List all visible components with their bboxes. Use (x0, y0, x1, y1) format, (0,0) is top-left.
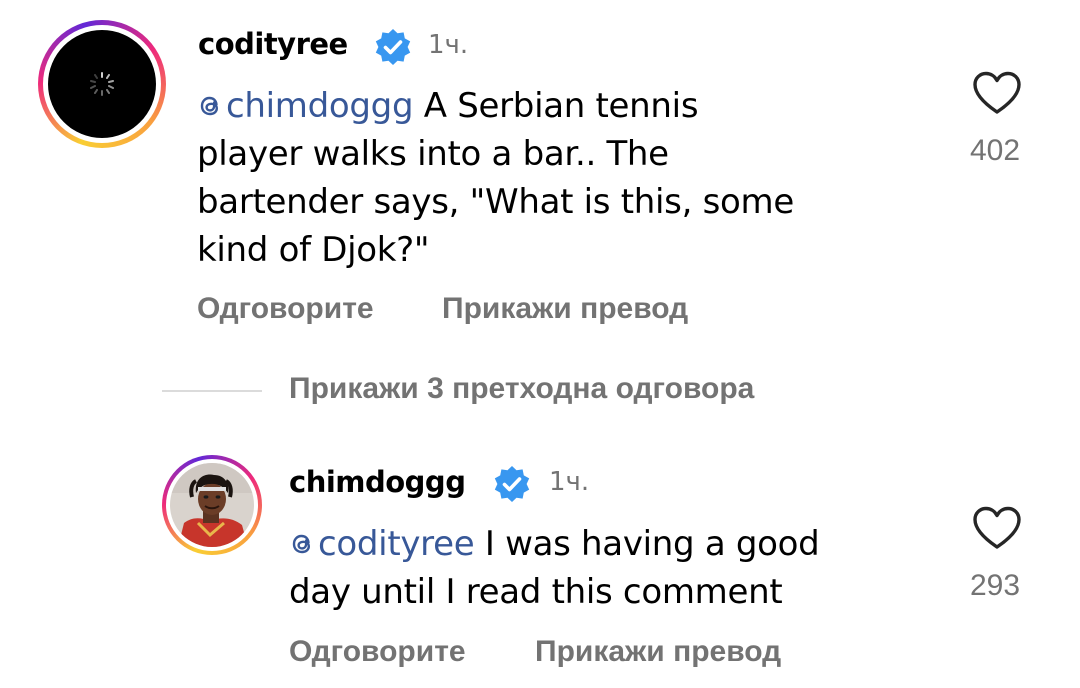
comment-line: A Serbian tennis (413, 86, 699, 126)
comment-timestamp: 1ч. (428, 30, 469, 60)
replies-divider (162, 390, 262, 392)
comment-username[interactable]: chimdoggg (289, 465, 466, 499)
loading-spinner-icon (90, 72, 114, 96)
avatar[interactable] (38, 20, 166, 148)
heart-icon[interactable] (971, 70, 1023, 116)
heart-icon[interactable] (971, 505, 1023, 551)
verified-badge-icon (375, 29, 411, 65)
see-translation-button[interactable]: Прикажи превод (442, 292, 688, 326)
user-photo (170, 463, 254, 547)
comment-text: codityree I was having a good day until … (289, 520, 929, 616)
view-previous-replies-button[interactable]: Прикажи 3 претходна одговора (289, 372, 754, 406)
mention-username: codityree (318, 524, 475, 564)
comment-timestamp: 1ч. (549, 467, 590, 497)
comment-line: kind of Djok?" (197, 230, 430, 270)
comment-line: I was having a good (474, 524, 820, 564)
verified-badge-icon (494, 466, 530, 502)
mention-link[interactable]: chimdoggg (197, 86, 414, 126)
comment-text: chimdoggg A Serbian tennis player walks … (197, 82, 917, 274)
avatar[interactable] (162, 455, 262, 555)
comment-line: day until I read this comment (289, 572, 783, 612)
threads-icon (292, 534, 311, 554)
mention-username: chimdoggg (226, 86, 414, 126)
comment-username[interactable]: codityree (198, 27, 348, 61)
comment-line: player walks into a bar.. The (197, 134, 669, 174)
see-translation-button[interactable]: Прикажи превод (535, 635, 781, 669)
mention-link[interactable]: codityree (289, 524, 475, 564)
comment-line: bartender says, "What is this, some (197, 182, 794, 222)
threads-icon (200, 96, 219, 116)
reply-button[interactable]: Одговорите (197, 292, 374, 326)
reply-button[interactable]: Одговорите (289, 635, 466, 669)
like-count: 402 (969, 134, 1021, 167)
like-count: 293 (969, 569, 1021, 602)
